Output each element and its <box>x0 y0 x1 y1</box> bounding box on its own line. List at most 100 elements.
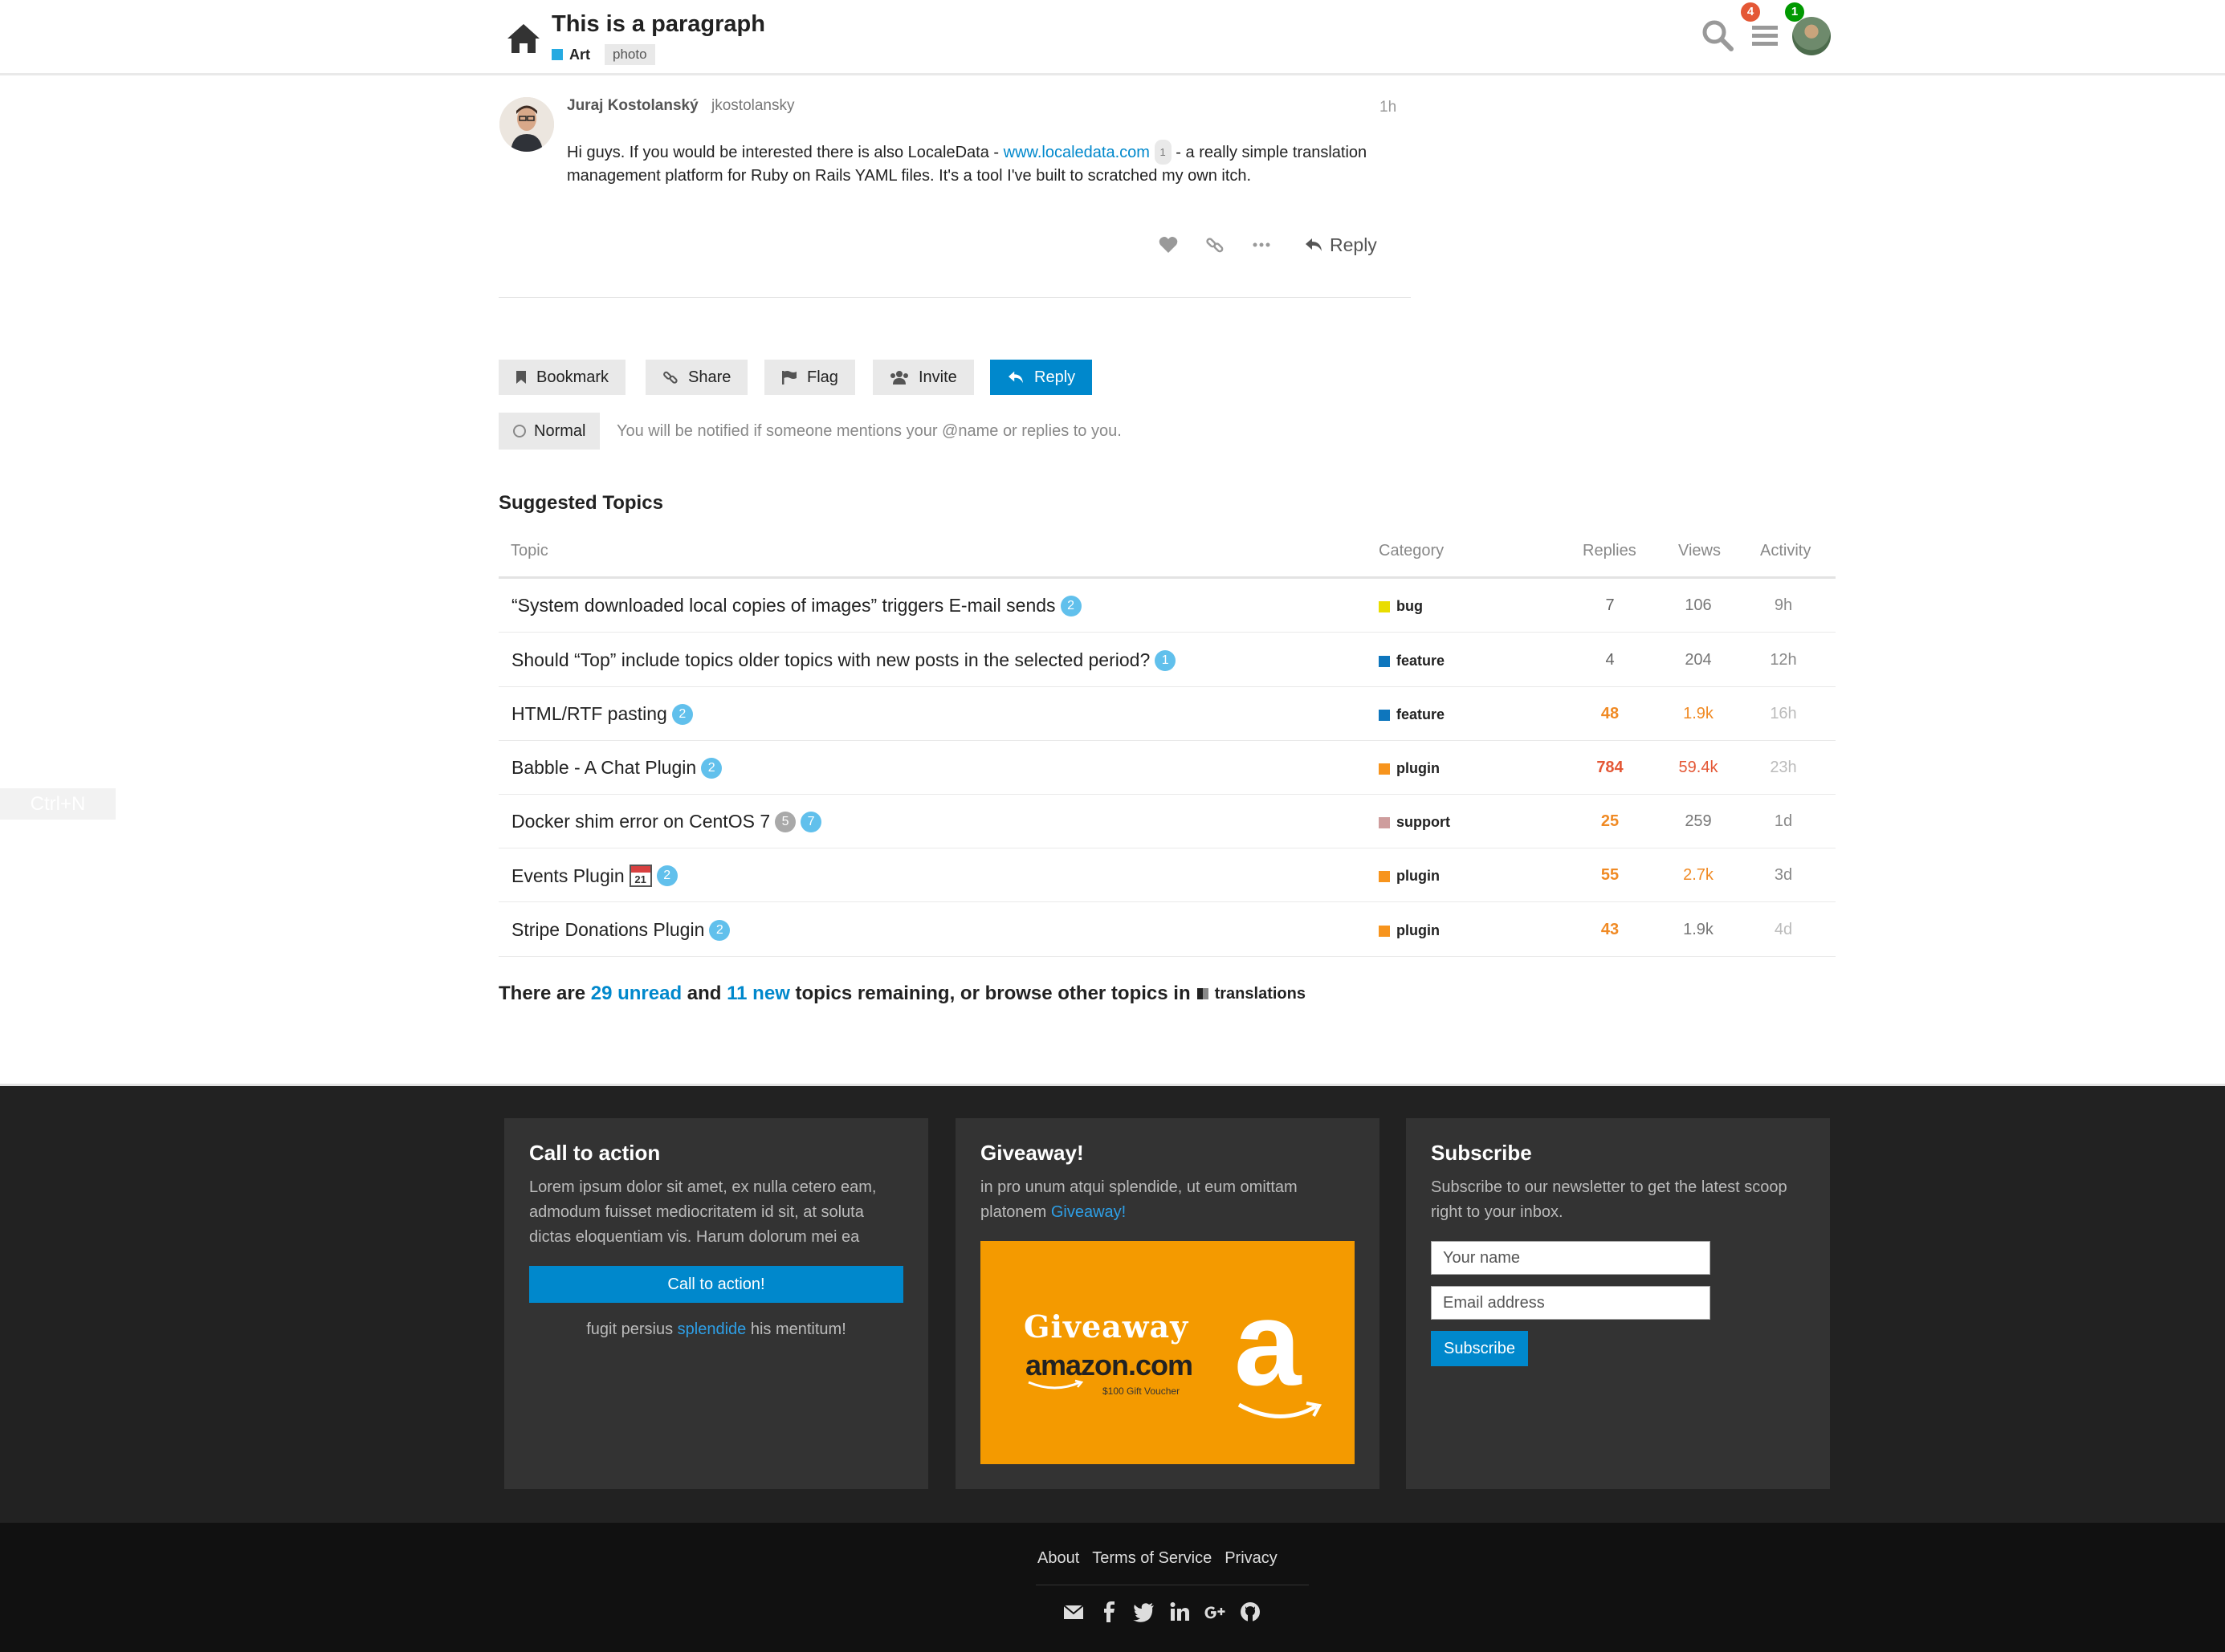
footer-link-terms[interactable]: Terms of Service <box>1092 1549 1212 1568</box>
post-author-handle[interactable]: jkostolansky <box>711 97 795 115</box>
post-reply-button[interactable]: Reply <box>1304 234 1377 256</box>
email-icon[interactable] <box>1062 1600 1086 1624</box>
subscribe-email-input[interactable] <box>1431 1286 1710 1320</box>
category-badge[interactable]: feature <box>1379 653 1445 669</box>
table-row[interactable]: Events Plugin 21 2 plugin 55 2.7k 3d <box>499 848 1836 902</box>
new-posts-badge[interactable]: 1 <box>1155 649 1176 671</box>
new-topics-link[interactable]: 11 new <box>727 983 790 1005</box>
call-to-action-button[interactable]: Call to action! <box>529 1266 903 1303</box>
table-row[interactable]: Stripe Donations Plugin 2 plugin 43 1.9k… <box>499 903 1836 957</box>
footer-link-about[interactable]: About <box>1037 1549 1079 1568</box>
category-badge[interactable]: support <box>1379 814 1450 831</box>
current-user-avatar[interactable] <box>1792 17 1831 55</box>
category-badge[interactable]: plugin <box>1379 922 1440 939</box>
topic-title-cell[interactable]: Should “Top” include topics older topics… <box>511 649 1176 671</box>
like-icon[interactable] <box>1156 233 1180 257</box>
activity-time[interactable]: 3d <box>1735 866 1832 885</box>
cta-note-text: his mentitum! <box>746 1320 846 1338</box>
notification-level-button[interactable]: Normal <box>499 413 601 450</box>
new-posts-badge[interactable]: 2 <box>709 919 731 941</box>
category-badge[interactable]: feature <box>1379 706 1445 723</box>
category-link[interactable]: Art <box>569 47 590 63</box>
notification-level-label: Normal <box>534 421 586 440</box>
subscribe-button[interactable]: Subscribe <box>1431 1331 1528 1366</box>
table-row[interactable]: “System downloaded local copies of image… <box>499 579 1836 633</box>
subscribe-name-input[interactable] <box>1431 1241 1710 1275</box>
topic-tag[interactable]: photo <box>605 44 655 65</box>
category-badge[interactable]: bug <box>1379 598 1423 615</box>
flag-button[interactable]: Flag <box>764 360 855 395</box>
category-color-swatch <box>1379 925 1390 937</box>
new-posts-badge[interactable]: 2 <box>1060 595 1082 616</box>
new-posts-badge[interactable]: 2 <box>701 757 723 779</box>
category-badge[interactable]: plugin <box>1379 868 1440 885</box>
facebook-icon[interactable] <box>1097 1600 1121 1624</box>
post-body: Hi guys. If you would be interested ther… <box>567 140 1410 188</box>
replies-count: 43 <box>1600 921 1620 938</box>
topic-link[interactable]: Events Plugin <box>511 865 625 887</box>
bookmark-button[interactable]: Bookmark <box>499 360 626 395</box>
browse-category-link[interactable]: translations <box>1196 984 1306 1003</box>
activity-time[interactable]: 9h <box>1735 596 1832 615</box>
unread-topics-link[interactable]: 29 unread <box>591 983 682 1005</box>
splendide-link[interactable]: splendide <box>678 1320 747 1338</box>
search-icon[interactable] <box>1700 18 1735 53</box>
post-timestamp[interactable]: 1h <box>1379 99 1396 116</box>
topic-title-cell[interactable]: HTML/RTF pasting 2 <box>511 703 693 725</box>
topic-link[interactable]: Should “Top” include topics older topics… <box>511 649 1150 671</box>
topic-title-cell[interactable]: Events Plugin 21 2 <box>511 865 678 887</box>
post-link[interactable]: www.localedata.com <box>1004 144 1150 161</box>
category-color-swatch <box>1379 600 1390 612</box>
topic-title-cell[interactable]: Docker shim error on CentOS 7 5 7 <box>511 811 822 832</box>
activity-time[interactable]: 12h <box>1735 651 1832 669</box>
post-author-avatar[interactable] <box>499 97 554 152</box>
private-messages-badge[interactable]: 1 <box>1785 2 1804 22</box>
giveaway-link[interactable]: Giveaway! <box>1051 1203 1126 1221</box>
notifications-badge[interactable]: 4 <box>1741 2 1760 22</box>
new-posts-badge[interactable]: 2 <box>656 865 678 886</box>
column-header-replies[interactable]: Replies <box>1583 542 1636 560</box>
column-header-views[interactable]: Views <box>1678 542 1721 560</box>
share-link-icon[interactable] <box>1203 233 1227 257</box>
table-row[interactable]: Babble - A Chat Plugin 2 plugin 784 59.4… <box>499 741 1836 795</box>
linkedin-icon[interactable] <box>1168 1600 1192 1624</box>
column-header-activity[interactable]: Activity <box>1760 542 1811 560</box>
topic-title-cell[interactable]: Babble - A Chat Plugin 2 <box>511 757 723 779</box>
twitter-icon[interactable] <box>1132 1600 1156 1624</box>
topic-link[interactable]: Babble - A Chat Plugin <box>511 757 696 779</box>
github-icon[interactable] <box>1238 1600 1262 1624</box>
footer-link-privacy[interactable]: Privacy <box>1225 1549 1278 1568</box>
browse-category-label: translations <box>1214 984 1306 1003</box>
topic-title-cell[interactable]: “System downloaded local copies of image… <box>511 595 1082 616</box>
unread-posts-badge[interactable]: 5 <box>775 811 797 832</box>
topic-title[interactable]: This is a paragraph <box>552 11 765 38</box>
message-text: There are <box>499 983 586 1004</box>
invite-button[interactable]: Invite <box>873 360 974 395</box>
category-badge[interactable]: plugin <box>1379 760 1440 777</box>
table-row[interactable]: Should “Top” include topics older topics… <box>499 633 1836 687</box>
topic-title-cell[interactable]: Stripe Donations Plugin 2 <box>511 919 731 941</box>
activity-time[interactable]: 1d <box>1735 812 1832 831</box>
topic-link[interactable]: Stripe Donations Plugin <box>511 919 704 941</box>
activity-time[interactable]: 23h <box>1735 759 1832 777</box>
topic-link[interactable]: Docker shim error on CentOS 7 <box>511 811 770 832</box>
hamburger-menu-icon[interactable] <box>1747 18 1783 53</box>
new-posts-badge[interactable]: 7 <box>801 811 822 832</box>
topic-link[interactable]: HTML/RTF pasting <box>511 703 667 725</box>
giveaway-banner-image[interactable]: Giveaway amazon.com $100 Gift Voucher a <box>980 1241 1355 1464</box>
category-color-swatch <box>1379 709 1390 721</box>
table-row[interactable]: Docker shim error on CentOS 7 5 7 suppor… <box>499 795 1836 848</box>
table-row[interactable]: HTML/RTF pasting 2 feature 48 1.9k 16h <box>499 687 1836 741</box>
new-posts-badge[interactable]: 2 <box>671 703 693 725</box>
topic-link[interactable]: “System downloaded local copies of image… <box>511 595 1056 616</box>
activity-time[interactable]: 4d <box>1735 921 1832 939</box>
topic-reply-button[interactable]: Reply <box>990 360 1093 395</box>
post-author-name[interactable]: Juraj Kostolanský <box>567 97 699 115</box>
google-plus-icon[interactable] <box>1203 1600 1227 1624</box>
amazon-smile-icon <box>1028 1379 1083 1390</box>
more-actions-icon[interactable] <box>1249 233 1273 257</box>
activity-time[interactable]: 16h <box>1735 705 1832 723</box>
home-icon[interactable] <box>506 22 541 55</box>
suggested-topics-heading: Suggested Topics <box>499 492 663 514</box>
share-button[interactable]: Share <box>646 360 748 395</box>
